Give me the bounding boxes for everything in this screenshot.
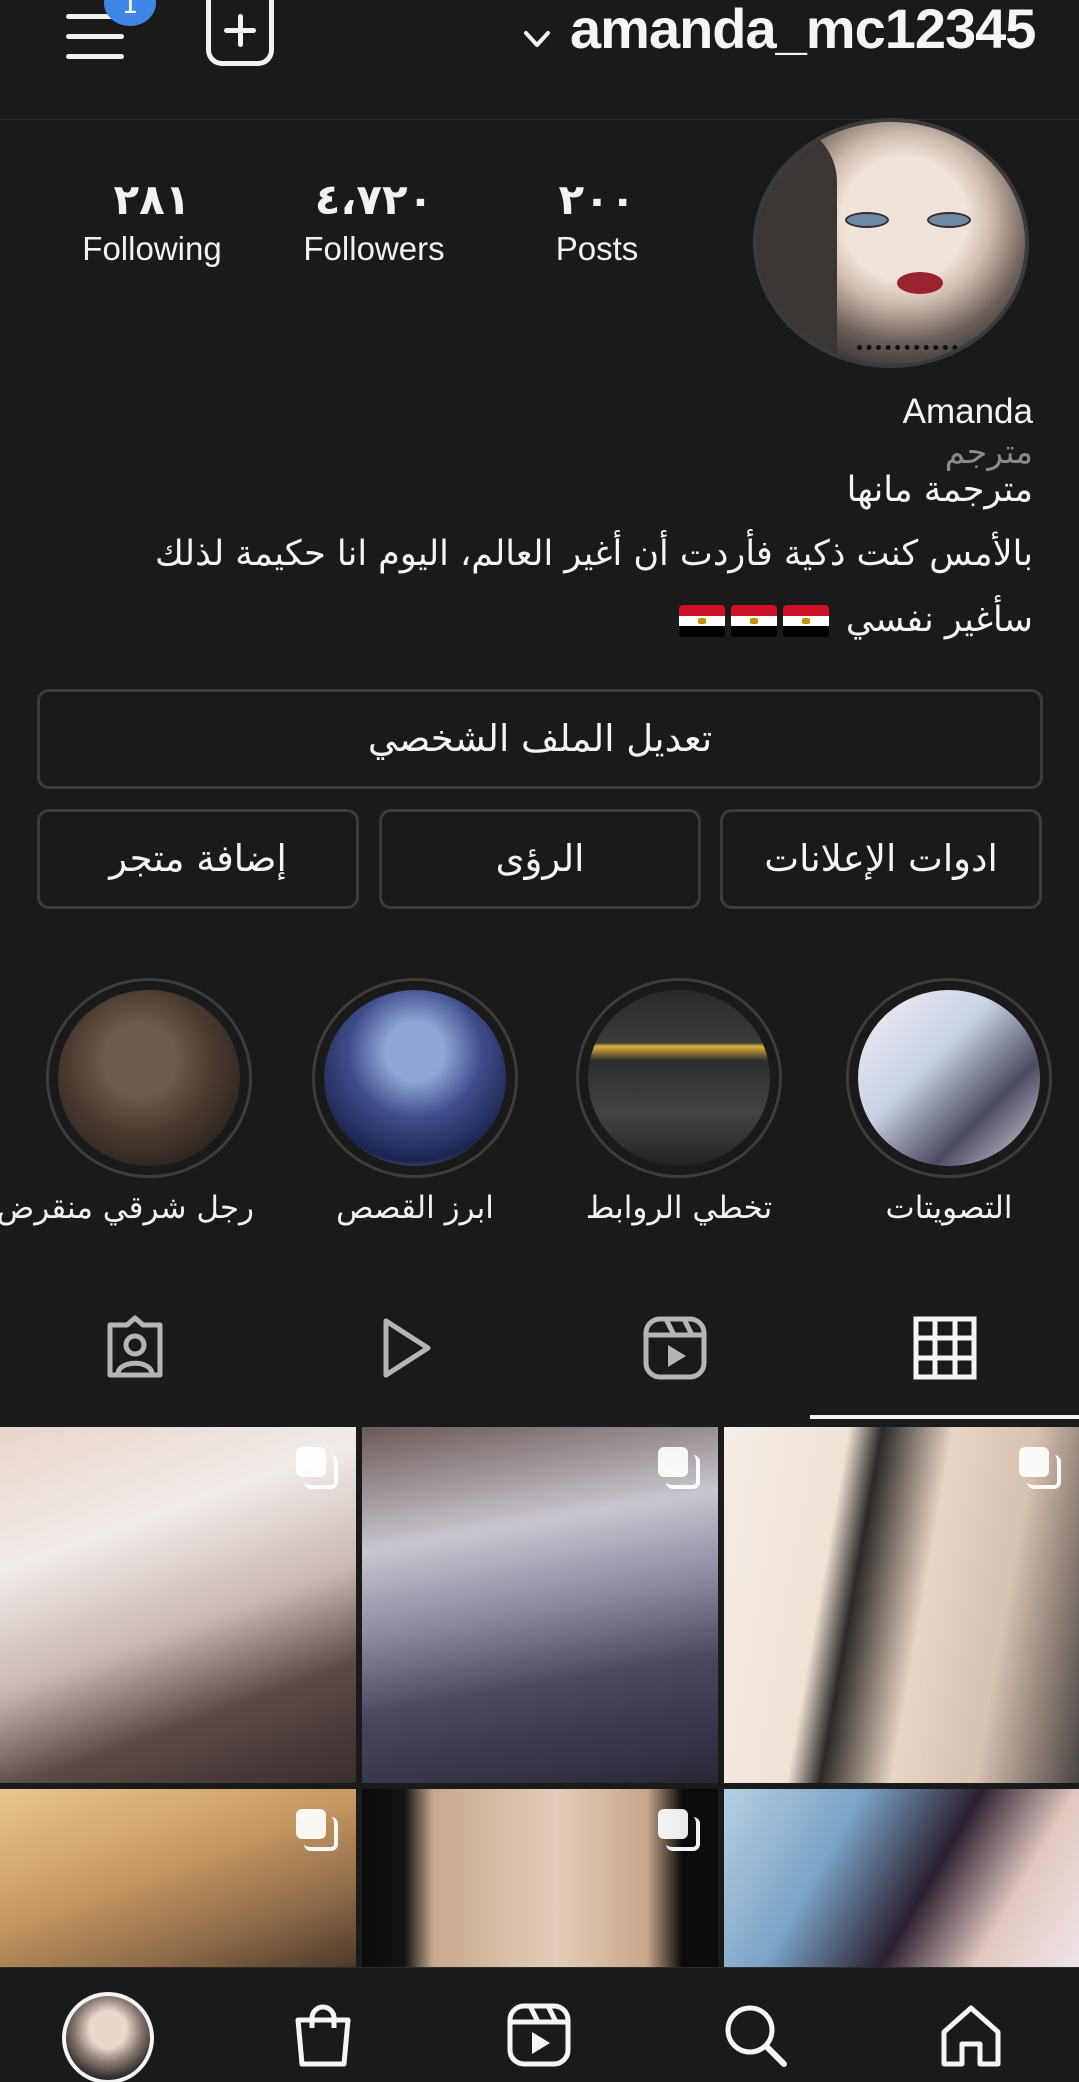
- egypt-flag-icon: [782, 605, 829, 637]
- story-highlight[interactable]: التصويتات: [844, 978, 1054, 1226]
- posts-grid: [0, 1427, 1079, 1967]
- posts-count: ٢٠٠: [558, 175, 636, 224]
- chevron-down-icon[interactable]: [522, 24, 552, 54]
- followers-stat[interactable]: ٤،٧٢٠ Followers: [264, 175, 484, 268]
- bio-line: بالأمس كنت ذكية فأردت أن أغير العالم، ال…: [154, 534, 1033, 574]
- ad-tools-button[interactable]: ادوات الإعلانات: [720, 809, 1042, 909]
- tab-videos[interactable]: [270, 1290, 540, 1420]
- egypt-flag-icon: [730, 605, 777, 637]
- highlight-label: التصويتات: [885, 1190, 1013, 1226]
- reels-icon: [643, 1316, 707, 1380]
- create-button[interactable]: [206, 0, 274, 66]
- profile-tabs: [0, 1290, 1079, 1420]
- search-icon: [725, 2005, 787, 2067]
- grid-icon: [913, 1316, 977, 1380]
- nav-home[interactable]: [864, 1968, 1079, 2082]
- carousel-icon: [658, 1809, 700, 1851]
- nav-profile[interactable]: [0, 1968, 215, 2082]
- post-thumbnail[interactable]: [362, 1427, 718, 1783]
- highlight-label: ابرز القصص: [336, 1190, 494, 1226]
- highlight-cover: [588, 990, 770, 1166]
- tab-grid[interactable]: [810, 1290, 1079, 1420]
- bio-line: مترجمة مانها: [846, 470, 1033, 510]
- play-icon: [383, 1318, 431, 1378]
- story-highlight[interactable]: تخطي الروابط: [574, 978, 784, 1226]
- post-thumbnail[interactable]: [0, 1789, 356, 1967]
- post-thumbnail[interactable]: [0, 1427, 356, 1783]
- highlight-label: تخطي الروابط: [585, 1190, 773, 1226]
- post-thumbnail[interactable]: [362, 1789, 718, 1967]
- egypt-flag-icon: [678, 605, 725, 637]
- bio-line: سأغير نفسي: [678, 600, 1033, 640]
- edit-profile-button[interactable]: تعديل الملف الشخصي: [37, 689, 1043, 789]
- followers-label: Followers: [303, 230, 445, 267]
- account-switcher-username[interactable]: amanda_mc12345: [570, 0, 1036, 61]
- profile-avatar[interactable]: [753, 118, 1029, 368]
- bottom-navigation: [0, 1967, 1079, 2082]
- following-stat[interactable]: ٢٨١ Following: [42, 175, 262, 268]
- story-highlight[interactable]: ابرز القصص: [310, 978, 520, 1226]
- shop-icon: [295, 2004, 351, 2067]
- following-count: ٢٨١: [113, 175, 191, 224]
- carousel-icon: [1019, 1447, 1061, 1489]
- tagged-person-icon: [107, 1315, 163, 1378]
- followers-count: ٤،٧٢٠: [314, 175, 434, 224]
- tab-reels[interactable]: [540, 1290, 810, 1420]
- active-tab-indicator: [810, 1415, 1079, 1419]
- top-bar: 1 amanda_mc12345: [0, 0, 1079, 120]
- highlight-label: رجل شرقي منقرض: [0, 1190, 254, 1226]
- post-thumbnail[interactable]: [724, 1789, 1079, 1967]
- post-thumbnail[interactable]: [724, 1427, 1079, 1783]
- story-highlight[interactable]: رجل شرقي منقرض: [0, 978, 254, 1226]
- add-shop-button[interactable]: إضافة متجر: [37, 809, 359, 909]
- highlight-cover: [324, 990, 506, 1166]
- nav-shop[interactable]: [216, 1968, 431, 2082]
- tab-tagged[interactable]: [0, 1290, 270, 1420]
- following-label: Following: [82, 230, 222, 267]
- carousel-icon: [296, 1809, 338, 1851]
- nav-search[interactable]: [648, 1968, 863, 2082]
- insights-button[interactable]: الرؤى: [379, 809, 701, 909]
- bio-text: سأغير نفسي: [845, 600, 1033, 640]
- profile-category: مترجم: [944, 432, 1033, 471]
- posts-stat[interactable]: ٢٠٠ Posts: [487, 175, 707, 268]
- posts-label: Posts: [555, 230, 639, 267]
- highlight-cover: [58, 990, 240, 1166]
- reels-icon: [507, 2003, 571, 2067]
- profile-avatar: [62, 1992, 154, 2082]
- carousel-icon: [296, 1447, 338, 1489]
- profile-name: Amanda: [902, 392, 1033, 431]
- carousel-icon: [658, 1447, 700, 1489]
- highlight-cover: [858, 990, 1040, 1166]
- home-icon: [941, 2005, 1001, 2067]
- nav-reels[interactable]: [432, 1968, 647, 2082]
